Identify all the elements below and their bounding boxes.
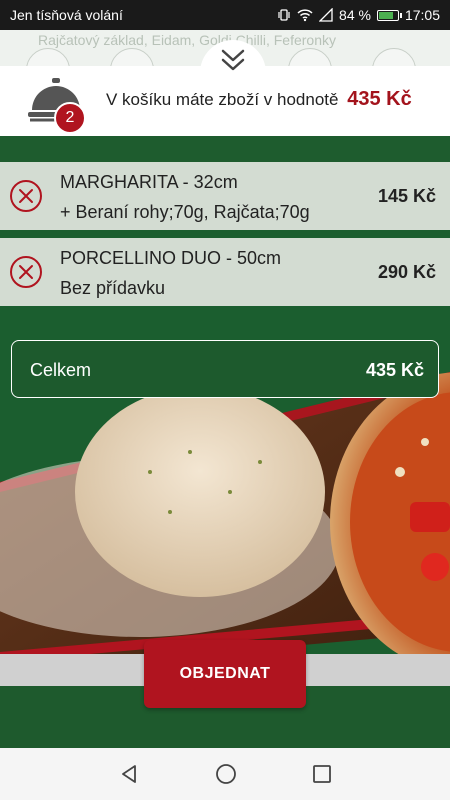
item-extras: Bez přídavku [60, 278, 166, 298]
item-name: MARGHARITA - 32cm [60, 172, 238, 192]
vibrate-icon [278, 9, 290, 21]
battery-percent: 84 % [339, 7, 371, 23]
signal-icon [319, 8, 333, 22]
cart-amount: 435 Kč [347, 88, 412, 110]
item-name: PORCELLINO DUO - 50cm [60, 248, 282, 268]
chevron-double-down-icon [221, 49, 245, 71]
divider-band [0, 136, 450, 162]
item-extras: + Beraní rohy;70g, Rajčata;70g [60, 202, 310, 222]
carrier-text: Jen tísňová volání [10, 7, 123, 23]
order-button[interactable]: OBJEDNAT [144, 640, 306, 708]
remove-item-icon[interactable] [9, 255, 43, 289]
cart-item: PORCELLINO DUO - 50cm Bez přídavku 290 K… [0, 238, 450, 306]
square-recents-icon[interactable] [312, 764, 332, 784]
background-menu-text: Rajčatový základ, Eidam, Goldi Chilli, F… [38, 32, 337, 48]
status-bar: Jen tísňová volání 84 % 17:05 [0, 0, 450, 30]
total-value: 435 Kč [365, 360, 424, 380]
pizza-dough-photo [0, 372, 450, 672]
cart-item: MARGHARITA - 32cm + Beraní rohy;70g, Raj… [0, 162, 450, 230]
battery-icon [376, 9, 402, 21]
cart-message: V košíku máte zboží v hodnotě [106, 90, 339, 109]
cart-summary: V košíku máte zboží v hodnotě 435 Kč [106, 88, 412, 111]
system-nav-bar [0, 748, 450, 800]
status-icons: 84 % 17:05 [277, 7, 440, 23]
cart-header: 2 V košíku máte zboží v hodnotě 435 Kč [0, 40, 450, 136]
triangle-back-icon[interactable] [118, 763, 140, 785]
total-label: Celkem [30, 360, 92, 380]
remove-item-icon[interactable] [9, 179, 43, 213]
cart-count-badge: 2 [54, 102, 86, 134]
wifi-icon [297, 9, 313, 22]
circle-home-icon[interactable] [215, 763, 237, 785]
total-box: Celkem 435 Kč [11, 340, 439, 398]
item-price: 290 Kč [377, 262, 436, 282]
item-price: 145 Kč [377, 186, 436, 206]
clock: 17:05 [404, 7, 440, 23]
